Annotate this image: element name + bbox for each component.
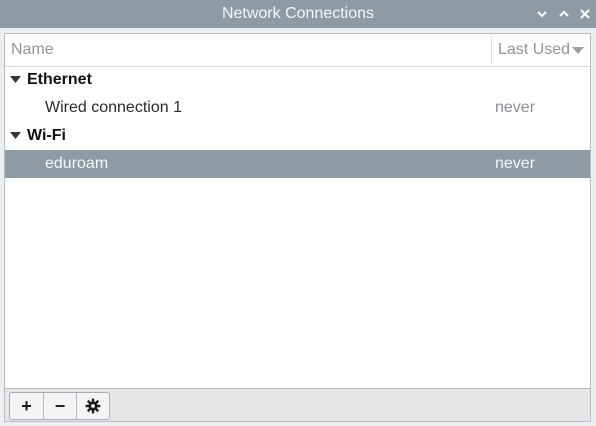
connection-list[interactable]: Name Last Used Ethernet Wired connection… <box>4 33 591 389</box>
connection-name: eduroam <box>45 155 109 172</box>
add-icon: + <box>21 395 32 416</box>
remove-connection-button[interactable]: − <box>43 393 76 419</box>
expander-down-icon[interactable] <box>10 132 21 140</box>
minimize-button[interactable] <box>534 6 550 22</box>
group-label: Wi-Fi <box>27 127 66 144</box>
connection-actions: + − <box>9 392 110 420</box>
connection-name: Wired connection 1 <box>45 99 182 116</box>
group-row-wifi[interactable]: Wi-Fi <box>5 122 590 150</box>
sort-descending-icon[interactable] <box>572 47 584 55</box>
edit-connection-button[interactable] <box>76 393 109 419</box>
list-header: Name Last Used <box>5 34 590 67</box>
chevron-up-icon <box>559 10 569 17</box>
gear-icon <box>85 398 101 414</box>
column-separator[interactable] <box>491 36 492 64</box>
list-item-eduroam[interactable]: eduroam never <box>5 150 590 178</box>
column-header-last-used[interactable]: Last Used <box>498 34 570 66</box>
maximize-button[interactable] <box>556 6 572 22</box>
close-icon <box>580 9 590 19</box>
bottom-toolbar: + − <box>4 389 591 422</box>
group-label: Ethernet <box>27 71 92 88</box>
connection-last-used: never <box>495 155 536 172</box>
titlebar[interactable]: Network Connections <box>0 0 596 28</box>
window-title: Network Connections <box>221 5 375 22</box>
column-header-name[interactable]: Name <box>11 34 54 66</box>
list-item-wired-connection-1[interactable]: Wired connection 1 never <box>5 94 590 122</box>
remove-icon: − <box>54 395 66 416</box>
connection-last-used: never <box>495 99 536 116</box>
network-connections-window: Network Connections Name Last Used Ether… <box>0 0 596 426</box>
expander-down-icon[interactable] <box>10 76 21 84</box>
close-button[interactable] <box>577 6 593 22</box>
group-row-ethernet[interactable]: Ethernet <box>5 66 590 94</box>
add-connection-button[interactable]: + <box>10 393 43 419</box>
chevron-down-icon <box>537 11 547 18</box>
